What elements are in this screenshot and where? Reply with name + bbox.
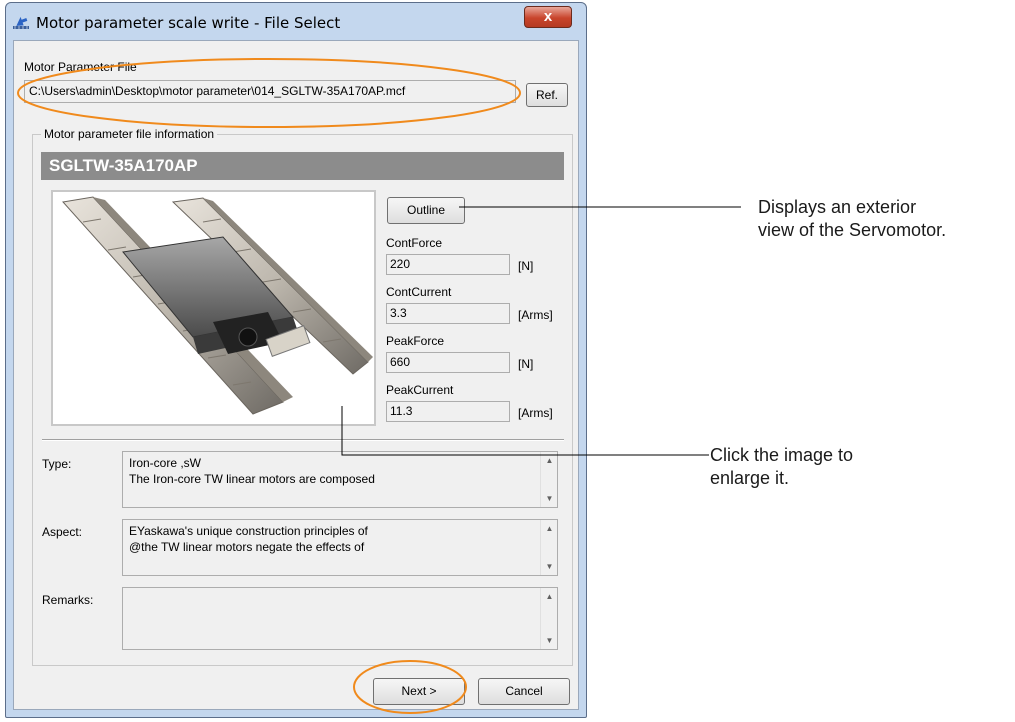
image-annotation: Click the image to enlarge it. xyxy=(710,444,853,490)
image-callout-line xyxy=(341,406,709,456)
next-button-highlight-ellipse xyxy=(353,660,467,714)
outline-annotation-line-2: view of the Servomotor. xyxy=(758,220,947,240)
image-annotation-line-2: enlarge it. xyxy=(710,468,790,488)
file-path-highlight-ellipse xyxy=(17,58,521,128)
image-annotation-line-1: Click the image to xyxy=(710,445,854,465)
outline-annotation-line-1: Displays an exterior xyxy=(758,197,917,217)
outline-annotation: Displays an exterior view of the Servomo… xyxy=(758,196,946,242)
annotation-overlay xyxy=(17,58,741,714)
